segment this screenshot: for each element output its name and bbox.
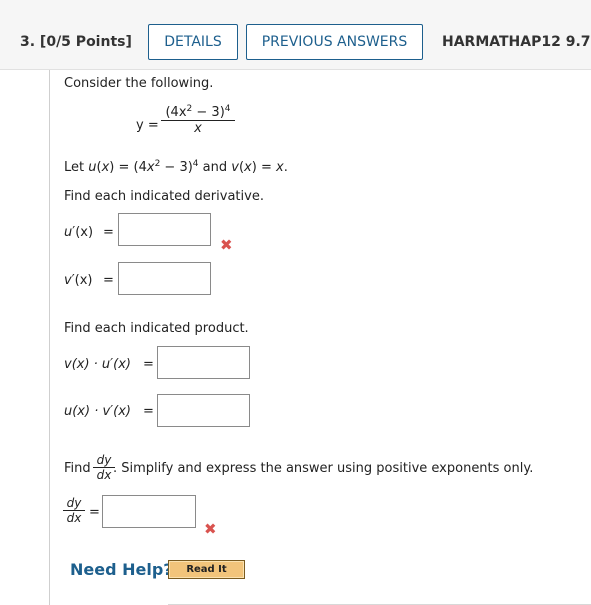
- previous-answers-button[interactable]: PREVIOUS ANSWERS: [246, 24, 423, 60]
- question-source: HARMATHAP12 9.7.0: [442, 34, 591, 50]
- v-prime-rest: ′(x): [71, 273, 93, 288]
- product-1-answer-field[interactable]: [157, 346, 250, 379]
- num-part-b: − 3): [192, 105, 225, 120]
- incorrect-icon: ✖: [220, 236, 233, 254]
- v-prime-answer-field[interactable]: [118, 262, 211, 295]
- equation-numerator: (4x2 − 3)4: [161, 104, 235, 120]
- dydx-answer-field[interactable]: [102, 495, 196, 528]
- need-help-label: Need Help?: [70, 560, 173, 579]
- u-prime-answer-field[interactable]: [118, 213, 211, 246]
- dydx-fraction-inline: dy dx: [93, 453, 115, 482]
- dydx-equals: =: [89, 505, 100, 520]
- intro-text: Consider the following.: [64, 76, 214, 91]
- num-exp-4: 4: [224, 104, 231, 114]
- product-1-equals: =: [143, 357, 154, 372]
- find-product-text: Find each indicated product.: [64, 321, 249, 336]
- let-c: ) = (4: [109, 160, 147, 175]
- product-2-answer-field[interactable]: [157, 394, 250, 427]
- num-part-a: (4x: [165, 105, 187, 120]
- equation-denominator: x: [194, 121, 202, 136]
- let-g: ) =: [251, 160, 276, 175]
- find-derivative-text: Find each indicated derivative.: [64, 189, 264, 204]
- let-x2: x: [146, 160, 155, 175]
- product-1-label: v(x) · u′(x): [64, 357, 131, 372]
- dx-text: dx: [96, 468, 112, 482]
- let-e: and: [198, 160, 232, 175]
- v-prime-label: v′(x): [64, 273, 93, 288]
- u-prime-label: u′(x): [64, 225, 93, 240]
- let-d: − 3): [160, 160, 193, 175]
- let-x3: x: [244, 160, 252, 175]
- question-header: 3. [0/5 Points] DETAILS PREVIOUS ANSWERS…: [0, 0, 591, 70]
- details-button[interactable]: DETAILS: [148, 24, 238, 60]
- u-prime-equals: =: [103, 225, 114, 240]
- dy-text: dy: [66, 496, 82, 510]
- u-prime-fn: u: [64, 225, 73, 240]
- dy-text: dy: [96, 453, 112, 467]
- u-prime-rest: ′(x): [72, 225, 94, 240]
- content-left-border: [49, 70, 50, 605]
- find-dydx-instruction: . Simplify and express the answer using …: [113, 461, 534, 476]
- v-prime-fn: v: [64, 273, 72, 288]
- product-2-equals: =: [143, 404, 154, 419]
- let-v: v: [231, 160, 239, 175]
- product-2-label: u(x) · v′(x): [64, 404, 131, 419]
- let-u: u: [88, 160, 97, 175]
- equation-fraction: (4x2 − 3)4 x: [161, 104, 235, 136]
- dx-text: dx: [66, 511, 82, 525]
- question-number-points: 3. [0/5 Points]: [20, 34, 132, 50]
- dydx-fraction-label: dy dx: [63, 496, 85, 525]
- let-statement: Let u(x) = (4x2 − 3)4 and v(x) = x.: [64, 159, 288, 175]
- find-dydx-prefix: Find: [64, 461, 91, 476]
- let-h: .: [283, 160, 288, 175]
- incorrect-icon: ✖: [204, 520, 217, 538]
- equation-y-label: y =: [136, 118, 159, 133]
- let-a: Let: [64, 160, 89, 175]
- read-it-button[interactable]: Read It: [168, 560, 245, 579]
- let-x4: x: [275, 160, 284, 175]
- v-prime-equals: =: [103, 273, 114, 288]
